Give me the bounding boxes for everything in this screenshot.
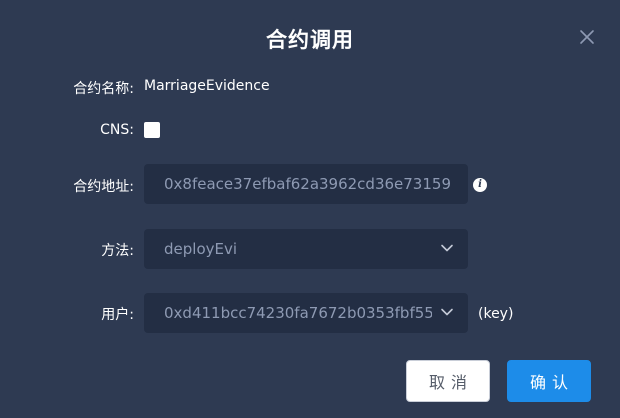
confirm-button[interactable]: 确认 bbox=[507, 360, 591, 402]
user-selected-value: 0xd411bcc74230fa7672b0353fbf55 bbox=[164, 304, 432, 322]
cns-label: CNS: bbox=[100, 122, 134, 138]
cancel-button[interactable]: 取消 bbox=[406, 360, 490, 402]
contract-call-dialog: 合约调用 合约名称: MarriageEvidence CNS: 合约地址: i… bbox=[0, 0, 620, 418]
user-key-suffix: (key) bbox=[478, 306, 514, 322]
dialog-title: 合约调用 bbox=[266, 28, 354, 52]
contract-address-input[interactable] bbox=[144, 164, 468, 204]
method-label: 方法: bbox=[101, 243, 134, 259]
chevron-down-icon bbox=[440, 305, 454, 319]
contract-name-label: 合约名称: bbox=[73, 81, 134, 97]
info-icon[interactable]: i bbox=[473, 178, 487, 192]
chevron-down-icon bbox=[440, 241, 454, 255]
user-label: 用户: bbox=[101, 307, 134, 323]
close-icon[interactable] bbox=[578, 28, 596, 46]
method-selected-value: deployEvi bbox=[164, 240, 238, 258]
contract-address-label: 合约地址: bbox=[73, 179, 134, 195]
user-select[interactable]: 0xd411bcc74230fa7672b0353fbf55 bbox=[144, 293, 468, 333]
method-select[interactable]: deployEvi bbox=[144, 229, 468, 269]
cns-checkbox[interactable] bbox=[144, 122, 160, 138]
contract-address-field-wrapper bbox=[144, 164, 468, 204]
contract-name-value: MarriageEvidence bbox=[144, 78, 270, 94]
